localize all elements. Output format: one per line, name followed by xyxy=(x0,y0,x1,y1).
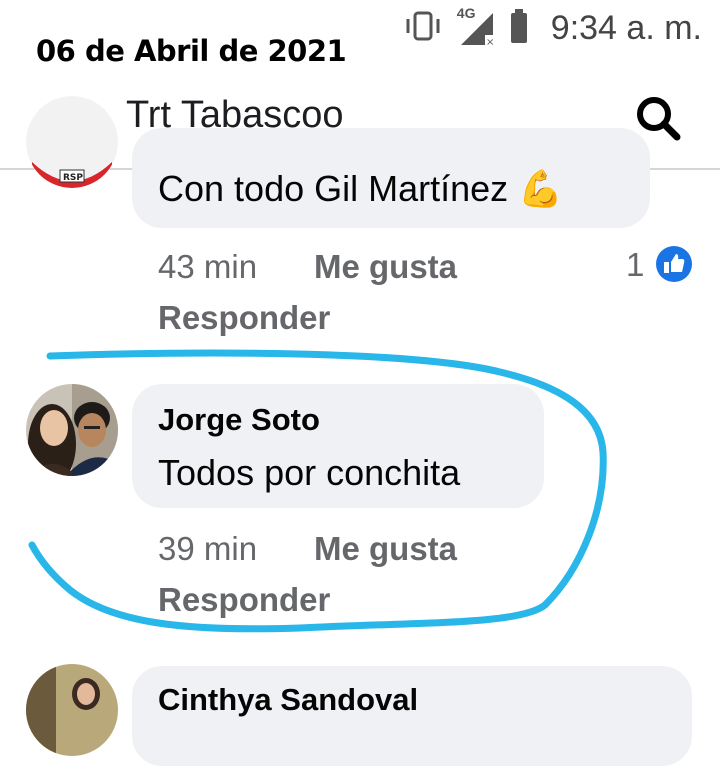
flexed-biceps-emoji: 💪 xyxy=(518,168,563,209)
avatar[interactable]: RSP xyxy=(26,96,118,188)
thumbs-up-icon xyxy=(656,246,692,282)
like-button[interactable]: Me gusta xyxy=(314,248,457,286)
status-bar: 06 de Abril de 2021 × 4G 9:34 a. m. xyxy=(0,0,720,68)
vibrate-icon xyxy=(403,9,443,48)
signal-icon: × 4G xyxy=(457,5,495,47)
status-icons: × 4G 9:34 a. m. xyxy=(403,5,702,49)
like-button[interactable]: Me gusta xyxy=(314,530,457,568)
reply-button[interactable]: Responder xyxy=(158,299,330,337)
reaction-count[interactable]: 1 xyxy=(626,246,644,284)
comment-author[interactable]: Cinthya Sandoval xyxy=(158,682,418,718)
comment-author[interactable]: Jorge Soto xyxy=(158,402,320,438)
svg-text:RSP: RSP xyxy=(63,173,83,183)
svg-text:×: × xyxy=(486,37,494,47)
comment-body: Todos por conchita xyxy=(158,452,461,493)
status-time: 9:34 a. m. xyxy=(550,8,702,47)
date-overlay: 06 de Abril de 2021 xyxy=(36,34,347,68)
avatar[interactable] xyxy=(26,664,118,756)
comment-text: Con todo Gil Martínez 💪 xyxy=(158,168,563,210)
network-label: 4G xyxy=(456,5,476,21)
avatar[interactable] xyxy=(26,384,118,476)
search-button[interactable] xyxy=(634,94,682,142)
comment-body: Con todo Gil Martínez xyxy=(158,168,509,209)
comment-time: 43 min xyxy=(158,248,258,285)
reply-button[interactable]: Responder xyxy=(158,581,330,619)
battery-icon xyxy=(509,8,529,49)
comment-time: 39 min xyxy=(158,530,258,567)
search-icon xyxy=(637,97,681,141)
